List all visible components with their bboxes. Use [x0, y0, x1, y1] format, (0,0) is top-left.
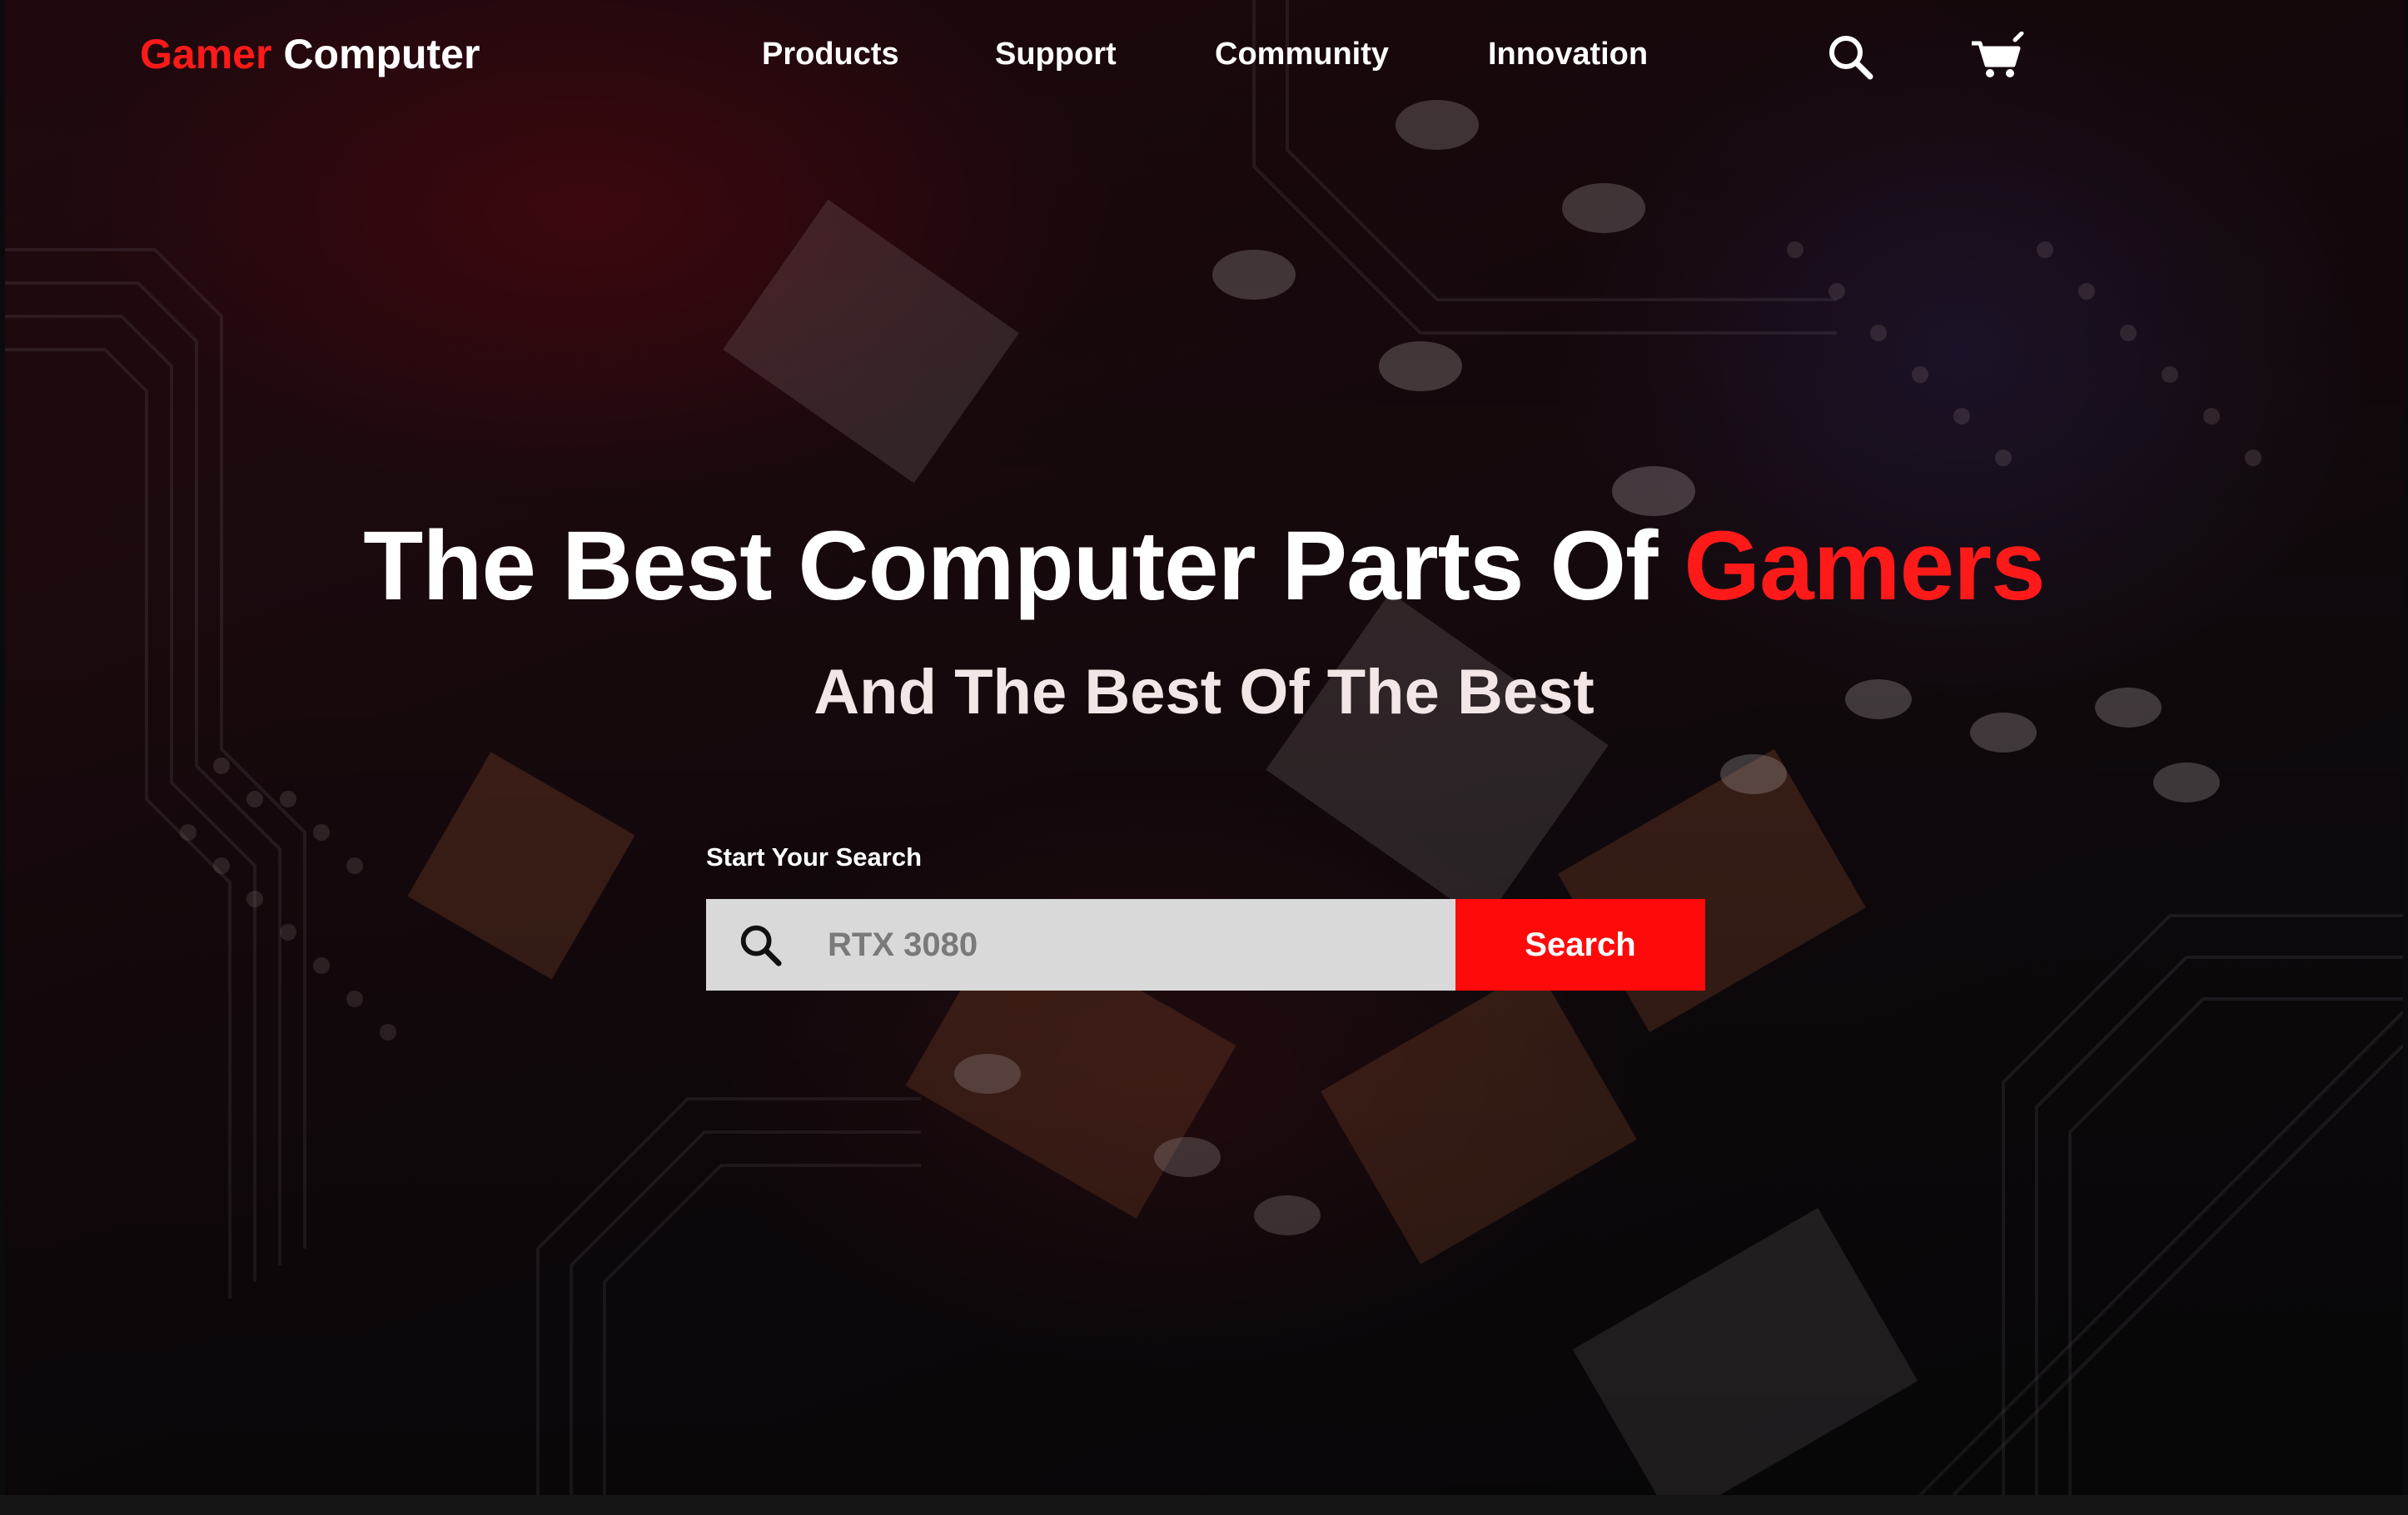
- search-form: Search: [706, 899, 1705, 991]
- search-icon[interactable]: [1825, 32, 1875, 82]
- nav-link-support[interactable]: Support: [995, 37, 1117, 72]
- cart-icon[interactable]: [1968, 31, 2025, 82]
- search-button[interactable]: Search: [1455, 899, 1705, 991]
- search-input[interactable]: [826, 902, 1445, 987]
- hero-headline-main: The Best Computer Parts Of: [363, 511, 1684, 621]
- hero-headline: The Best Computer Parts Of Gamers: [0, 509, 2408, 623]
- hero-section: [5, 0, 2403, 1495]
- page-bottom-edge: [0, 1495, 2408, 1515]
- brand-name-accent: Gamer: [140, 31, 272, 77]
- hero-subheadline: And The Best Of The Best: [813, 657, 1595, 728]
- brand-name-rest: Computer: [271, 31, 480, 77]
- search-icon: [740, 925, 782, 966]
- nav-link-community[interactable]: Community: [1215, 37, 1389, 72]
- nav-link-innovation[interactable]: Innovation: [1488, 37, 1648, 72]
- search-label: Start Your Search: [706, 842, 923, 872]
- background-overlay: [5, 0, 2403, 1495]
- brand-logo[interactable]: Gamer Computer: [140, 30, 480, 78]
- nav-link-products[interactable]: Products: [762, 37, 899, 72]
- hero-headline-accent: Gamers: [1684, 511, 2046, 621]
- top-navigation: Gamer Computer Products Support Communit…: [0, 0, 2408, 117]
- search-field-container[interactable]: [706, 899, 1455, 991]
